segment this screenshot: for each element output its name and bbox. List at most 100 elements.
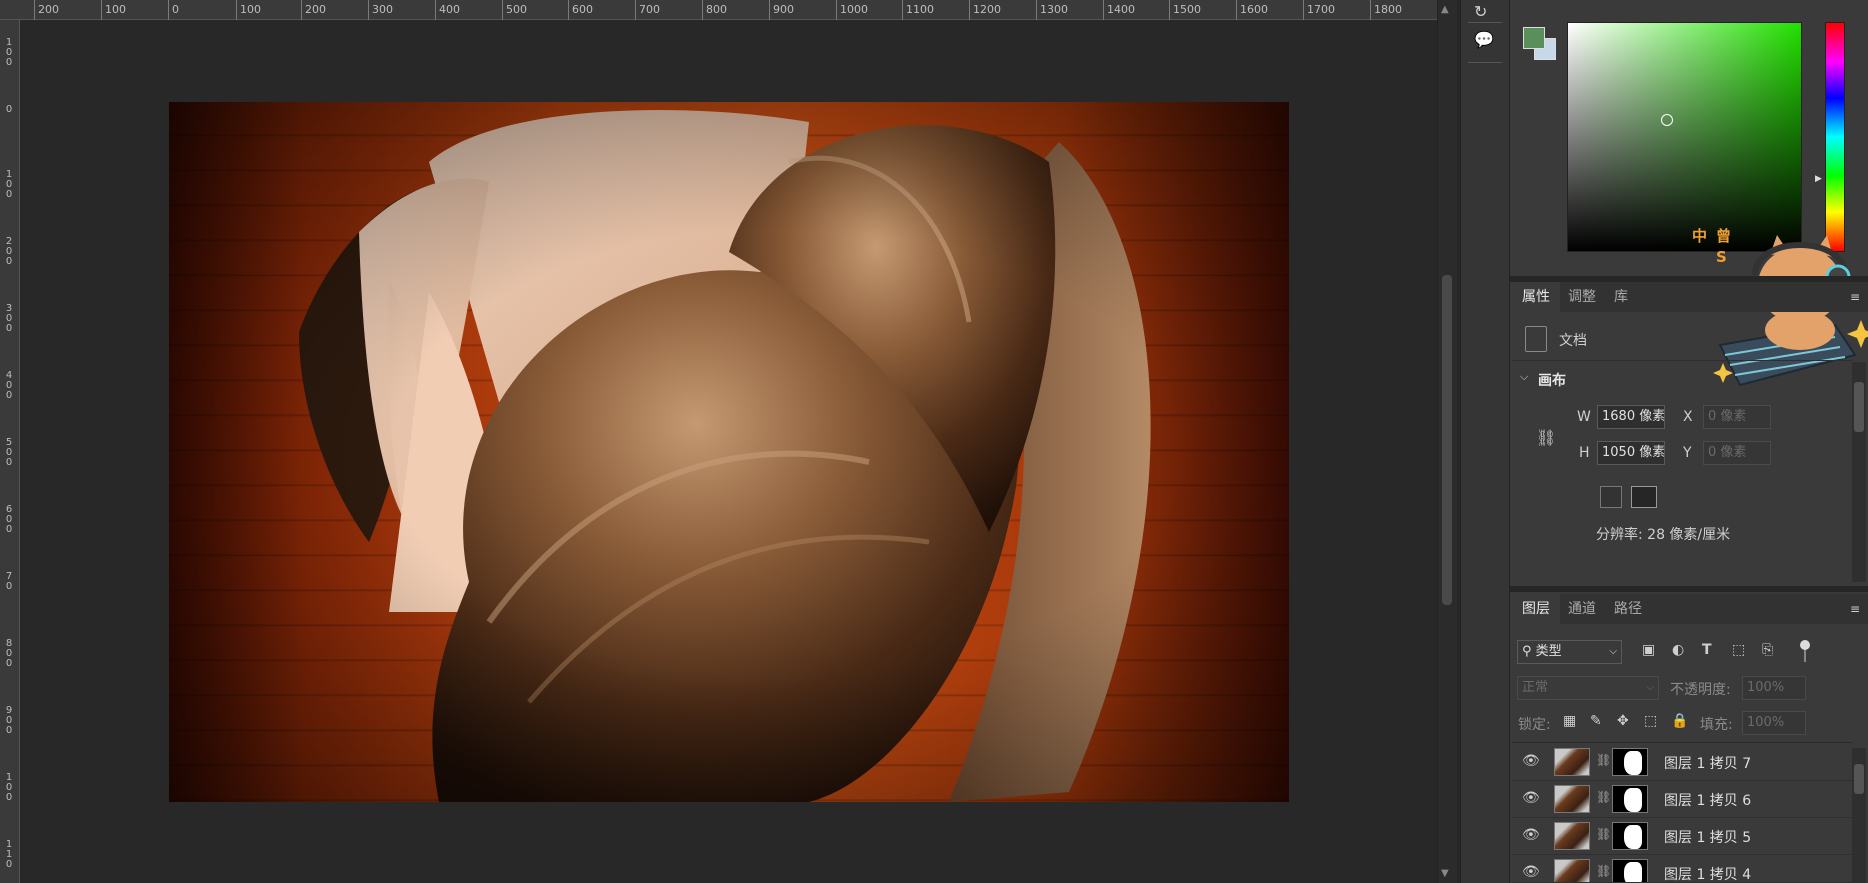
- ruler-tick: [1236, 0, 1237, 20]
- ruler-top[interactable]: 200 100 0 100 200 300 400 500 600 700 800 900 1000 11…: [0, 0, 1437, 20]
- tab-color[interactable]: 颜色: [1512, 0, 1560, 4]
- canvas-height-field[interactable]: 1050 像素: [1597, 441, 1665, 465]
- layer-row[interactable]: 👁 ⛓ 图层 1 拷贝 5: [1512, 818, 1852, 855]
- ruler-label: 200: [38, 3, 59, 16]
- strip-divider: [1468, 22, 1502, 23]
- tab-gradients[interactable]: 渐变: [1612, 0, 1660, 4]
- properties-scroll-thumb[interactable]: [1854, 382, 1864, 432]
- lock-paint-icon[interactable]: ✎: [1590, 713, 1602, 729]
- document-canvas[interactable]: [169, 102, 1289, 802]
- lock-move-icon[interactable]: ✥: [1617, 713, 1629, 729]
- ruler-label: 5 0 0: [5, 437, 13, 468]
- height-label: H: [1579, 445, 1590, 461]
- document-icon: [1525, 326, 1547, 352]
- portrait-orientation-icon[interactable]: [1600, 486, 1622, 508]
- tab-properties[interactable]: 属性: [1512, 282, 1560, 312]
- layer-row[interactable]: 👁 ⛓ 图层 1 拷贝 6: [1512, 781, 1852, 818]
- layer-mask-thumbnail[interactable]: [1612, 785, 1648, 813]
- collapse-chevron-icon[interactable]: ⌵: [1520, 370, 1528, 384]
- tab-patterns[interactable]: 图案: [1662, 0, 1710, 4]
- tab-adjustments[interactable]: 调整: [1558, 282, 1606, 312]
- resolution-text: 分辨率: 28 像素/厘米: [1596, 527, 1731, 543]
- chevron-down-icon: ⌵: [1609, 646, 1617, 657]
- canvas-section-title: 画布: [1538, 373, 1566, 389]
- lock-transparent-icon[interactable]: ▦: [1563, 713, 1576, 729]
- ruler-tick: [836, 0, 837, 20]
- canvas-y-field[interactable]: 0 像素: [1703, 441, 1771, 465]
- ruler-label: 400: [439, 3, 460, 16]
- opacity-field[interactable]: 100%: [1742, 676, 1806, 700]
- visibility-eye-icon[interactable]: 👁: [1522, 864, 1542, 880]
- visibility-eye-icon[interactable]: 👁: [1522, 827, 1542, 843]
- lock-all-icon[interactable]: 🔒: [1671, 713, 1688, 729]
- ruler-tick: [702, 0, 703, 20]
- ruler-tick: [568, 0, 569, 20]
- scroll-down-arrow-icon[interactable]: ▼: [1441, 868, 1449, 879]
- layer-name[interactable]: 图层 1 拷贝 7: [1664, 753, 1751, 773]
- layer-thumbnail: [1554, 785, 1590, 813]
- mask-link-icon[interactable]: ⛓: [1596, 827, 1611, 841]
- foreground-color-swatch[interactable]: [1523, 27, 1545, 49]
- filter-shape-icon[interactable]: ⬚: [1732, 642, 1745, 658]
- filter-type-icon[interactable]: T: [1702, 642, 1712, 658]
- layer-thumbnail: [1554, 748, 1590, 776]
- ruler-tick: [1169, 0, 1170, 20]
- filter-adjustment-icon[interactable]: ◐: [1672, 642, 1684, 658]
- ruler-label: 1 0 0: [5, 169, 13, 200]
- link-chain-icon[interactable]: ⛓: [1536, 428, 1556, 447]
- layer-name[interactable]: 图层 1 拷贝 5: [1664, 827, 1751, 847]
- ruler-label: 0: [172, 3, 179, 16]
- tab-channels[interactable]: 通道: [1558, 594, 1606, 624]
- layers-scroll-thumb[interactable]: [1854, 764, 1864, 794]
- history-icon[interactable]: ↻: [1474, 2, 1487, 21]
- scroll-up-arrow-icon[interactable]: ▲: [1441, 4, 1449, 15]
- properties-menu-icon[interactable]: ≡: [1850, 290, 1860, 304]
- mask-link-icon[interactable]: ⛓: [1596, 790, 1611, 804]
- canvas-width-field[interactable]: 1680 像素: [1597, 405, 1665, 429]
- landscape-orientation-icon[interactable]: [1631, 486, 1657, 508]
- ruler-tick: [635, 0, 636, 20]
- chevron-down-icon: ⌵: [1646, 682, 1654, 693]
- canvas-scroll-thumb[interactable]: [1442, 275, 1452, 605]
- lock-artboard-icon[interactable]: ⬚: [1644, 713, 1657, 729]
- tab-paths[interactable]: 路径: [1604, 594, 1652, 624]
- blend-mode-value: 正常: [1522, 680, 1549, 695]
- ruler-label: 9 0 0: [5, 705, 13, 736]
- lock-label: 锁定:: [1518, 717, 1551, 733]
- filter-toggle[interactable]: [1800, 640, 1810, 664]
- blend-mode-select[interactable]: 正常 ⌵: [1517, 676, 1659, 700]
- layers-menu-icon[interactable]: ≡: [1850, 602, 1860, 616]
- layer-filter-select[interactable]: ⚲ 类型 ⌵: [1517, 640, 1622, 664]
- tab-libraries[interactable]: 库: [1604, 282, 1638, 312]
- filter-smart-object-icon[interactable]: ⎘: [1762, 642, 1773, 658]
- ruler-left[interactable]: 1 0 0 0 1 0 0 2 0 0 3 0 0 4 0 0 5 0 0 6 0 0 7 0 8…: [0, 20, 20, 883]
- layer-mask-thumbnail[interactable]: [1612, 859, 1648, 882]
- layer-mask-thumbnail[interactable]: [1612, 822, 1648, 850]
- ruler-label: 7 0: [5, 571, 13, 592]
- mask-link-icon[interactable]: ⛓: [1596, 753, 1611, 767]
- comment-icon[interactable]: 💬: [1474, 30, 1494, 49]
- ruler-label: 1400: [1107, 3, 1135, 16]
- properties-tabbar: 属性 调整 库: [1512, 282, 1868, 312]
- ruler-label: 700: [639, 3, 660, 16]
- visibility-eye-icon[interactable]: 👁: [1522, 753, 1542, 769]
- ruler-tick: [969, 0, 970, 20]
- layer-name[interactable]: 图层 1 拷贝 6: [1664, 790, 1751, 810]
- layer-row[interactable]: 👁 ⛓ 图层 1 拷贝 4: [1512, 855, 1852, 883]
- layer-mask-thumbnail[interactable]: [1612, 748, 1648, 776]
- tab-layers[interactable]: 图层: [1512, 594, 1560, 624]
- mask-link-icon[interactable]: ⛓: [1596, 864, 1611, 878]
- color-picker-cursor[interactable]: [1661, 114, 1673, 126]
- filter-pixel-icon[interactable]: ▣: [1642, 642, 1655, 658]
- layer-row[interactable]: 👁 ⛓ 图层 1 拷贝 7: [1512, 744, 1852, 781]
- layer-name[interactable]: 图层 1 拷贝 4: [1664, 864, 1751, 882]
- tab-swatches[interactable]: 色板: [1562, 0, 1610, 4]
- visibility-eye-icon[interactable]: 👁: [1522, 790, 1542, 806]
- ruler-label: 3 0 0: [5, 303, 13, 334]
- fill-field[interactable]: 100%: [1742, 711, 1806, 735]
- hue-slider-handle-icon[interactable]: ▶: [1815, 174, 1822, 184]
- layer-filter-value: 类型: [1535, 644, 1562, 659]
- ruler-tick: [902, 0, 903, 20]
- canvas-x-field[interactable]: 0 像素: [1703, 405, 1771, 429]
- ruler-label: 300: [372, 3, 393, 16]
